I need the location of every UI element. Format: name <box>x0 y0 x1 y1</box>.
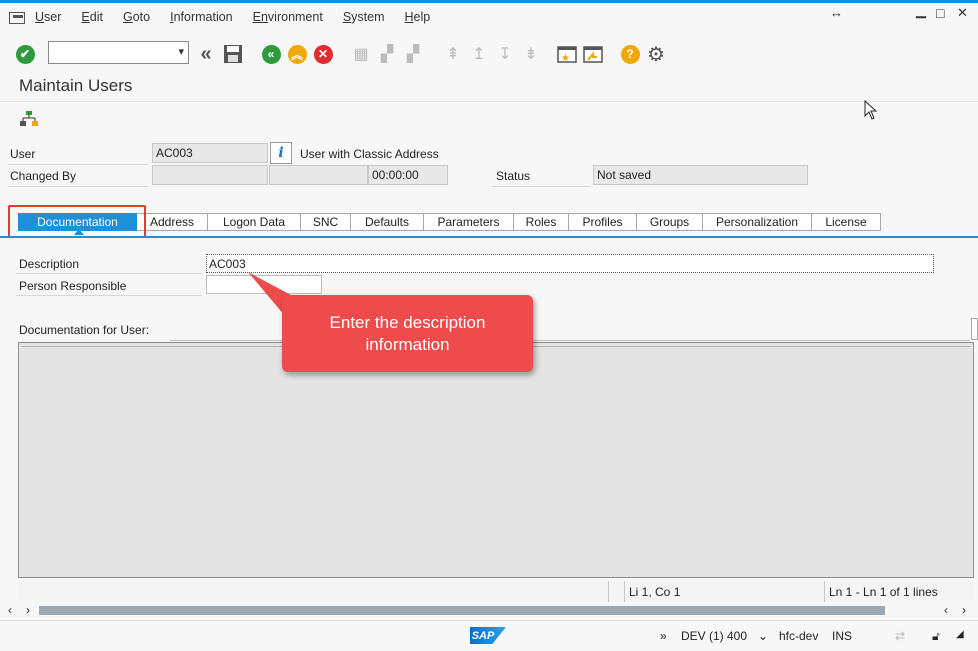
mouse-cursor-icon <box>864 100 878 120</box>
row-line <box>8 186 148 187</box>
hierarchy-icon[interactable] <box>16 106 42 132</box>
menu-information[interactable]: Information <box>170 10 233 24</box>
tab-snc[interactable]: SNC <box>301 213 351 231</box>
info-icon[interactable]: i <box>270 142 292 164</box>
menu-goto[interactable]: Goto <box>123 10 150 24</box>
resize-grip-icon: ◢ <box>956 629 964 640</box>
user-field: AC003 <box>152 143 268 163</box>
tab-strip: Documentation Address Logon Data SNC Def… <box>18 213 881 231</box>
row-line <box>16 273 202 274</box>
cancel-icon[interactable]: ✕ <box>310 41 336 67</box>
menu-help[interactable]: Help <box>405 10 431 24</box>
scroll-left-icon[interactable]: ‹ <box>8 603 12 617</box>
person-responsible-label: Person Responsible <box>19 279 127 293</box>
next-page-icon: ↧ <box>498 46 512 63</box>
tab-profiles[interactable]: Profiles <box>569 213 637 231</box>
menu-user[interactable]: User <box>35 10 61 24</box>
print-icon: ▦ <box>353 46 369 63</box>
scroll-thumb[interactable] <box>39 606 885 615</box>
chevron-down-icon[interactable]: ⌄ <box>758 629 768 643</box>
tab-license[interactable]: License <box>812 213 881 231</box>
status-footer: SAP » DEV (1) 400 ⌄ hfc-dev INS ⇄ 🔓︎ ◢ <box>0 620 978 651</box>
doc-for-user-label: Documentation for User: <box>19 323 150 337</box>
editor-text-area[interactable] <box>21 346 971 575</box>
first-page-icon: ⇞ <box>446 46 460 63</box>
lock-icon: 🔓︎ <box>932 629 940 643</box>
find-icon: ▞ <box>380 46 394 63</box>
transfer-icon: ⇄ <box>895 629 906 643</box>
callout-tooltip: Enter the description information <box>282 295 533 372</box>
scroll-right-end-icon[interactable]: › <box>962 603 966 617</box>
changed-date-field <box>269 165 368 185</box>
customize-layout-icon[interactable]: ⚙ <box>643 41 669 67</box>
active-tab-caret <box>74 229 84 235</box>
documentation-editor[interactable] <box>18 342 974 578</box>
back-double-icon[interactable]: « <box>193 41 219 67</box>
status-spacer <box>18 581 608 602</box>
exit-icon[interactable]: ︽ <box>284 41 310 67</box>
menu-edit[interactable]: Edit <box>81 10 103 24</box>
description-label: Description <box>19 257 80 271</box>
svg-text:★: ★ <box>561 53 570 64</box>
enter-check-icon[interactable]: ✔ <box>12 41 38 67</box>
editor-status-bar: Li 1, Co 1 Ln 1 - Ln 1 of 1 lines <box>18 581 974 602</box>
scroll-left-end-icon[interactable]: ‹ <box>944 603 948 617</box>
minimize-icon[interactable]: ▁ <box>916 3 926 19</box>
system-info[interactable]: DEV (1) 400 <box>681 629 747 643</box>
user-type-text: User with Classic Address <box>300 147 439 161</box>
editor-scroll-stub <box>971 318 978 340</box>
previous-page-icon: ↥ <box>472 46 486 63</box>
maximize-icon[interactable]: □ <box>936 5 944 21</box>
expand-icon[interactable]: » <box>660 629 667 643</box>
status-field: Not saved <box>593 165 808 185</box>
find-next-icon: ▞ <box>406 46 420 63</box>
status-spacer <box>608 581 624 602</box>
user-label: User <box>10 147 36 161</box>
help-icon[interactable]: ? <box>617 41 643 67</box>
cursor-position: Li 1, Co 1 <box>624 581 824 602</box>
row-line <box>8 164 148 165</box>
tab-address[interactable]: Address <box>137 213 208 231</box>
menu-system[interactable]: System <box>343 10 385 24</box>
menu-environment[interactable]: Environment <box>253 10 323 24</box>
tab-parameters[interactable]: Parameters <box>424 213 514 231</box>
changed-by-label: Changed By <box>10 169 77 183</box>
generate-shortcut-icon[interactable] <box>580 41 606 67</box>
tab-groups[interactable]: Groups <box>637 213 703 231</box>
chevron-down-icon[interactable]: ▾ <box>178 45 184 58</box>
row-line <box>492 186 590 187</box>
page-title: Maintain Users <box>19 76 133 95</box>
tab-roles[interactable]: Roles <box>514 213 569 231</box>
command-field[interactable]: ▾ <box>48 41 189 64</box>
create-session-icon[interactable]: ★ <box>554 41 580 67</box>
tab-underline <box>0 236 978 238</box>
title-divider <box>0 101 978 102</box>
insert-mode: INS <box>832 629 853 643</box>
horizontal-scrollbar[interactable]: ‹ › ‹ › <box>0 603 978 619</box>
tab-personalization[interactable]: Personalization <box>703 213 812 231</box>
scroll-right-icon[interactable]: › <box>26 603 30 617</box>
close-window-icon[interactable]: ✕ <box>957 5 968 21</box>
changed-by-field <box>152 165 268 185</box>
changed-time-field: 00:00:00 <box>368 165 448 185</box>
save-icon[interactable] <box>220 41 246 67</box>
line-count: Ln 1 - Ln 1 of 1 lines <box>824 581 974 602</box>
back-icon[interactable]: « <box>258 41 284 67</box>
server-info: hfc-dev <box>779 629 819 643</box>
sap-logo: SAP <box>470 627 506 644</box>
tab-defaults[interactable]: Defaults <box>351 213 424 231</box>
tab-logon-data[interactable]: Logon Data <box>208 213 301 231</box>
row-line <box>16 295 202 296</box>
status-label: Status <box>496 169 531 183</box>
resize-icon[interactable]: ↔ <box>830 5 843 20</box>
window-menu-icon[interactable] <box>9 10 27 24</box>
last-page-icon: ⇟ <box>524 46 538 63</box>
